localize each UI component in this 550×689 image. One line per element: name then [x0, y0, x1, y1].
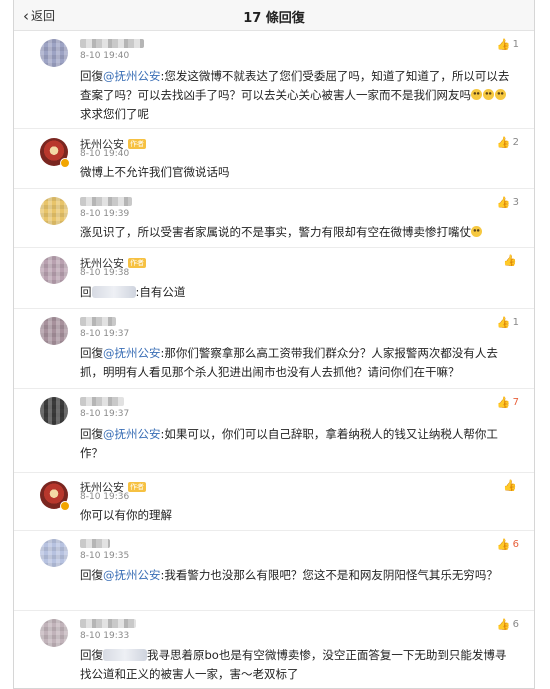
comment-item: 8-10 19:40 👍 1 回復@抚州公安:您发这微博不就表达了您们受委屈了吗… — [14, 31, 534, 129]
like-button[interactable]: 👍 1 — [496, 315, 519, 329]
comment-item: 抚州公安 作者 8-10 19:36 👍 你可以有你的理解 — [14, 473, 534, 531]
timestamp: 8-10 19:38 — [80, 268, 130, 278]
comment-text: 回復 我寻思着原bo也是有空微博卖惨，没空正面答复一下无助到只能发博寻找公道和正义… — [80, 646, 514, 684]
comment-thread-panel: ‹ 返回 17 條回復 8-10 19:40 👍 1 回復@抚州公安:您发这微博… — [13, 0, 535, 689]
comment-item: 抚州公安 作者 8-10 19:40 👍 2 微博上不允许我们官微说话吗 — [14, 129, 534, 189]
thumbs-up-icon: 👍 — [496, 617, 511, 631]
mention-link[interactable]: @抚州公安 — [103, 346, 161, 360]
timestamp: 8-10 19:37 — [80, 409, 130, 419]
avatar[interactable] — [40, 197, 68, 225]
like-button[interactable]: 👍 — [503, 479, 519, 492]
like-count: 1 — [512, 317, 519, 328]
thumbs-up-icon: 👍 — [496, 195, 511, 209]
like-button[interactable]: 👍 6 — [496, 617, 519, 631]
comment-text: 回復@抚州公安:您发这微博不就表达了您们受委屈了吗，知道了知道了，所以可以去查案… — [80, 67, 514, 124]
page-title: 17 條回復 — [243, 11, 305, 26]
emoji-icon — [483, 89, 494, 100]
username[interactable] — [80, 539, 110, 548]
username[interactable] — [80, 397, 124, 406]
timestamp: 8-10 19:40 — [80, 51, 130, 61]
timestamp: 8-10 19:35 — [80, 551, 130, 561]
comment-text: 微博上不允许我们官微说话吗 — [80, 165, 230, 179]
verified-badge-icon — [60, 501, 70, 511]
timestamp: 8-10 19:33 — [80, 631, 130, 641]
username[interactable] — [80, 197, 132, 206]
avatar[interactable] — [40, 619, 68, 647]
mention-link[interactable]: @抚州公安 — [103, 427, 161, 441]
comment-body: :我看警力也没那么有限吧？您这不是和网友阴阳怪气其乐无穷吗？ — [160, 568, 498, 582]
emoji-icon — [471, 226, 482, 237]
like-button[interactable]: 👍 3 — [496, 195, 519, 209]
verified-badge-icon — [60, 158, 70, 168]
author-tag: 作者 — [128, 482, 146, 492]
like-button[interactable]: 👍 7 — [496, 395, 519, 409]
comment-text: 回復@抚州公安:我看警力也没那么有限吧？您这不是和网友阴阳怪气其乐无穷吗？ — [80, 566, 514, 585]
thumbs-up-icon: 👍 — [496, 395, 511, 409]
avatar[interactable] — [40, 397, 68, 425]
thumbs-up-icon: 👍 — [503, 479, 517, 492]
reply-label: 回復 — [80, 648, 103, 662]
like-button[interactable]: 👍 — [503, 254, 519, 267]
avatar[interactable] — [40, 317, 68, 345]
comment-body: 涨见识了，所以受害者家属说的不是事实，警力有限却有空在微博卖惨打嘴仗 — [80, 225, 471, 239]
thumbs-up-icon: 👍 — [496, 37, 511, 51]
like-count: 7 — [512, 397, 519, 408]
avatar[interactable] — [40, 256, 68, 284]
timestamp: 8-10 19:40 — [80, 149, 130, 159]
mention-link[interactable]: @抚州公安 — [103, 69, 161, 83]
like-button[interactable]: 👍 1 — [496, 37, 519, 51]
reply-label: 回復 — [80, 69, 103, 83]
comment-text: 你可以有你的理解 — [80, 508, 172, 522]
like-button[interactable]: 👍 6 — [496, 537, 519, 551]
username[interactable] — [80, 39, 144, 48]
comment-body-tail: 求求您们了呢 — [80, 107, 149, 121]
like-count: 2 — [512, 137, 519, 148]
comment-item: 8-10 19:39 👍 3 涨见识了，所以受害者家属说的不是事实，警力有限却有… — [14, 189, 534, 248]
like-button[interactable]: 👍 2 — [496, 135, 519, 149]
nav-header: ‹ 返回 17 條回復 — [14, 0, 534, 31]
comment-text: 涨见识了，所以受害者家属说的不是事实，警力有限却有空在微博卖惨打嘴仗 — [80, 223, 514, 242]
comment-text: 回 :自有公道 — [80, 283, 514, 302]
thumbs-up-icon: 👍 — [496, 537, 511, 551]
thumbs-up-icon: 👍 — [496, 135, 511, 149]
reply-label: 回 — [80, 285, 92, 299]
author-tag: 作者 — [128, 258, 146, 268]
username[interactable] — [80, 317, 116, 326]
emoji-icon — [495, 89, 506, 100]
comment-item: 8-10 19:33 👍 6 回復 我寻思着原bo也是有空微博卖惨，没空正面答复一… — [14, 611, 534, 688]
timestamp: 8-10 19:36 — [80, 492, 130, 502]
comment-body: :自有公道 — [135, 285, 186, 299]
comment-item: 8-10 19:37 👍 7 回復@抚州公安:如果可以，你们可以自己辞职，拿着纳… — [14, 389, 534, 473]
comment-text: 回復@抚州公安:那你们警察拿那么高工资带我们群众分？人家报警两次都没有人去抓，明… — [80, 344, 514, 382]
comment-text: 回復@抚州公安:如果可以，你们可以自己辞职，拿着纳税人的钱又让纳税人帮你工作？ — [80, 425, 514, 463]
username[interactable] — [80, 619, 136, 628]
comment-item: 8-10 19:35 👍 6 回復@抚州公安:我看警力也没那么有限吧？您这不是和… — [14, 531, 534, 611]
comment-item: 抚州公安 作者 8-10 19:38 👍 回:自有公道 — [14, 248, 534, 309]
comment-item: 8-10 19:37 👍 1 回復@抚州公安:那你们警察拿那么高工资带我们群众分… — [14, 309, 534, 389]
redacted-name — [103, 649, 147, 661]
timestamp: 8-10 19:39 — [80, 209, 130, 219]
avatar[interactable] — [40, 539, 68, 567]
emoji-icon — [471, 89, 482, 100]
reply-label: 回復 — [80, 346, 103, 360]
thumbs-up-icon: 👍 — [503, 254, 517, 267]
like-count: 6 — [512, 539, 519, 550]
author-tag: 作者 — [128, 139, 146, 149]
reply-label: 回復 — [80, 427, 103, 441]
mention-link[interactable]: @抚州公安 — [103, 568, 161, 582]
like-count: 6 — [512, 619, 519, 630]
timestamp: 8-10 19:37 — [80, 329, 130, 339]
reply-label: 回復 — [80, 568, 103, 582]
redacted-name — [91, 286, 136, 298]
thumbs-up-icon: 👍 — [496, 315, 511, 329]
like-count: 1 — [512, 39, 519, 50]
avatar[interactable] — [40, 39, 68, 67]
like-count: 3 — [512, 197, 519, 208]
